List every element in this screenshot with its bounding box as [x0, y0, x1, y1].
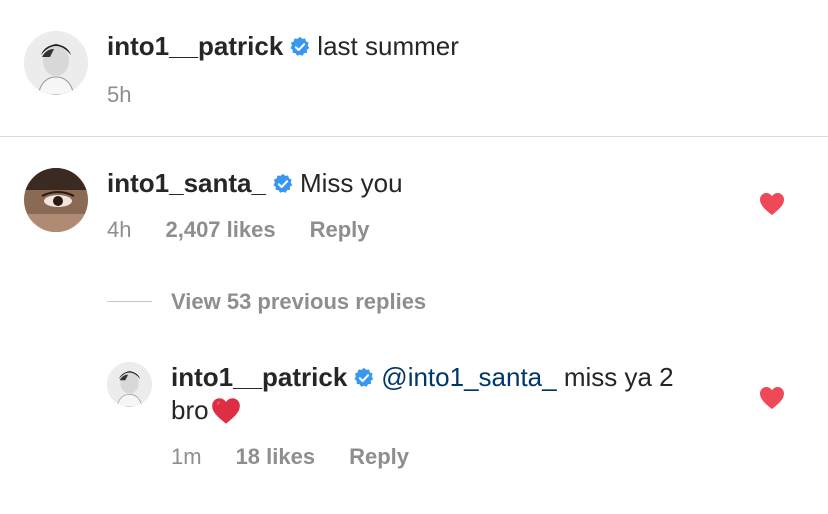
- reply-likes-count[interactable]: 18 likes: [236, 444, 316, 470]
- avatar-image: [107, 362, 152, 407]
- comment-likes-count[interactable]: 2,407 likes: [165, 217, 275, 243]
- post-author-username[interactable]: into1__patrick: [107, 31, 283, 62]
- post-time: 5h: [107, 82, 132, 107]
- red-heart-emoji-icon: [211, 397, 240, 424]
- reply-first-line: into1__patrick @into1_santa_ miss ya 2: [171, 362, 731, 393]
- view-previous-replies-button[interactable]: View 53 previous replies: [171, 289, 426, 315]
- verified-badge-icon: [353, 367, 375, 389]
- reply-mention-link[interactable]: @into1_santa_: [381, 362, 556, 392]
- reply-author-username[interactable]: into1__patrick: [171, 362, 347, 393]
- avatar-image: [24, 168, 88, 232]
- comment-body: into1_santa_ Miss you: [107, 168, 403, 199]
- commenter-username[interactable]: into1_santa_: [107, 168, 266, 199]
- avatar-image: [24, 31, 88, 95]
- heart-icon: [760, 193, 784, 215]
- heart-icon: [760, 387, 784, 409]
- post-caption: into1__patrick last summer: [107, 31, 459, 62]
- reply-body: into1__patrick @into1_santa_ miss ya 2 b…: [171, 362, 731, 426]
- reply-reply-button[interactable]: Reply: [349, 444, 409, 470]
- comment-text: Miss you: [299, 168, 403, 198]
- replies-thread-line: [107, 301, 152, 302]
- divider: [0, 136, 828, 137]
- post-caption-text: last summer: [317, 31, 459, 61]
- reply-text-line2: bro ❤️: [171, 395, 731, 426]
- reply-text-bro: bro: [171, 395, 209, 425]
- reply-time: 1m: [171, 444, 202, 469]
- reply-meta: 1m 18 likes Reply: [171, 444, 409, 470]
- reply-text-part: miss ya 2: [556, 362, 674, 392]
- reply-like-button[interactable]: [759, 386, 785, 410]
- verified-badge-icon: [289, 36, 311, 58]
- avatar-post-author[interactable]: [24, 31, 88, 95]
- comment-reply-button[interactable]: Reply: [310, 217, 370, 243]
- avatar-reply-author[interactable]: [107, 362, 152, 407]
- reply-text-line1: @into1_santa_ miss ya 2: [381, 362, 673, 393]
- verified-badge-icon: [272, 173, 294, 195]
- avatar-commenter[interactable]: [24, 168, 88, 232]
- comment-like-button[interactable]: [759, 192, 785, 216]
- comment-time: 4h: [107, 217, 132, 242]
- comment-meta: 4h 2,407 likes Reply: [107, 217, 370, 243]
